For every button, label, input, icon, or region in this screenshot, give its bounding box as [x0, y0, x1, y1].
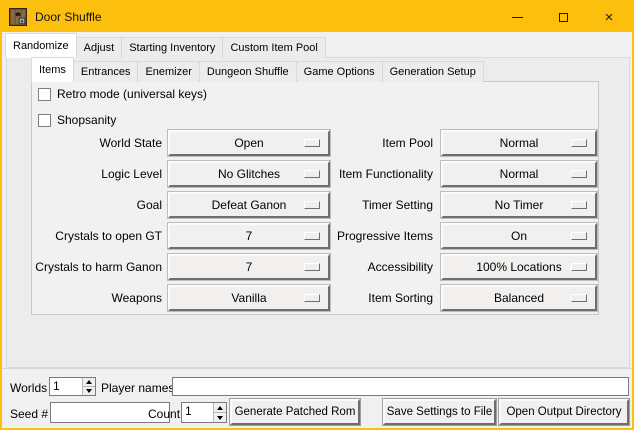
worlds-spin-down-button[interactable]	[83, 386, 95, 395]
tab-dungeon-shuffle[interactable]: Dungeon Shuffle	[200, 61, 297, 82]
worlds-value: 1	[50, 378, 82, 395]
tab-adjust[interactable]: Adjust	[77, 37, 123, 58]
crystals-gt-dropdown[interactable]: 7	[168, 223, 330, 249]
count-value: 1	[182, 403, 213, 422]
retro-mode-label: Retro mode (universal keys)	[57, 87, 207, 101]
worlds-spinner[interactable]: 1	[49, 377, 96, 396]
world-state-label: World State	[30, 136, 162, 150]
accessibility-label: Accessibility	[332, 260, 433, 274]
maximize-button[interactable]	[540, 2, 586, 32]
goal-dropdown[interactable]: Defeat Ganon	[168, 192, 330, 218]
dropdown-indicator-icon	[571, 170, 587, 178]
goal-label: Goal	[30, 198, 162, 212]
world-state-dropdown[interactable]: Open	[168, 130, 330, 156]
main-tab-bar: Randomize Adjust Starting Inventory Cust…	[5, 33, 326, 58]
tab-randomize[interactable]: Randomize	[5, 33, 77, 58]
progressive-items-label: Progressive Items	[332, 229, 433, 243]
door-app-icon	[9, 8, 27, 26]
item-functionality-dropdown[interactable]: Normal	[441, 161, 597, 187]
tab-generation-setup[interactable]: Generation Setup	[383, 61, 484, 82]
accessibility-dropdown[interactable]: 100% Locations	[441, 254, 597, 280]
window-title: Door Shuffle	[35, 10, 102, 24]
timer-setting-dropdown[interactable]: No Timer	[441, 192, 597, 218]
seed-label: Seed #	[10, 407, 48, 421]
dropdown-indicator-icon	[304, 139, 320, 147]
logic-level-dropdown[interactable]: No Glitches	[168, 161, 330, 187]
player-names-input[interactable]	[172, 377, 629, 396]
retro-mode-checkbox[interactable]	[38, 88, 51, 101]
worlds-label: Worlds	[10, 381, 47, 395]
dropdown-indicator-icon	[571, 139, 587, 147]
tab-starting-inventory[interactable]: Starting Inventory	[122, 37, 223, 58]
randomize-sub-tab-bar: Items Entrances Enemizer Dungeon Shuffle…	[31, 57, 484, 82]
count-spinner[interactable]: 1	[181, 402, 227, 423]
weapons-label: Weapons	[30, 291, 162, 305]
spin-up-icon	[86, 380, 92, 384]
title-bar: Door Shuffle ×	[2, 2, 632, 32]
shopsanity-label: Shopsanity	[57, 113, 116, 127]
caption-buttons: ×	[494, 2, 632, 32]
dropdown-indicator-icon	[304, 232, 320, 240]
item-pool-label: Item Pool	[332, 136, 433, 150]
player-names-label: Player names	[101, 381, 174, 395]
dropdown-indicator-icon	[571, 263, 587, 271]
shopsanity-checkbox[interactable]	[38, 114, 51, 127]
minimize-button[interactable]	[494, 2, 540, 32]
progressive-items-dropdown[interactable]: On	[441, 223, 597, 249]
open-output-directory-button[interactable]: Open Output Directory	[499, 399, 629, 425]
logic-level-label: Logic Level	[30, 167, 162, 181]
count-label: Count	[148, 407, 180, 421]
app-window: Door Shuffle × Randomize Adjust Starting…	[0, 0, 634, 430]
spin-down-icon	[86, 389, 92, 393]
close-icon: ×	[605, 10, 614, 25]
maximize-icon	[559, 13, 568, 22]
spin-up-icon	[217, 406, 223, 410]
tab-enemizer[interactable]: Enemizer	[138, 61, 199, 82]
tab-entrances[interactable]: Entrances	[74, 61, 139, 82]
count-spin-up-button[interactable]	[214, 403, 226, 412]
dropdown-indicator-icon	[571, 294, 587, 302]
crystals-ganon-label: Crystals to harm Ganon	[30, 260, 162, 274]
crystals-gt-label: Crystals to open GT	[30, 229, 162, 243]
close-button[interactable]: ×	[586, 2, 632, 32]
generate-patched-rom-button[interactable]: Generate Patched Rom	[230, 399, 360, 425]
tab-items[interactable]: Items	[31, 57, 74, 82]
tab-custom-item-pool[interactable]: Custom Item Pool	[223, 37, 325, 58]
count-spin-down-button[interactable]	[214, 412, 226, 422]
item-sorting-label: Item Sorting	[332, 291, 433, 305]
tab-game-options[interactable]: Game Options	[297, 61, 383, 82]
dropdown-indicator-icon	[571, 201, 587, 209]
item-functionality-label: Item Functionality	[332, 167, 433, 181]
item-sorting-dropdown[interactable]: Balanced	[441, 285, 597, 311]
weapons-dropdown[interactable]: Vanilla	[168, 285, 330, 311]
timer-setting-label: Timer Setting	[332, 198, 433, 212]
crystals-ganon-dropdown[interactable]: 7	[168, 254, 330, 280]
save-settings-button[interactable]: Save Settings to File	[383, 399, 496, 425]
dropdown-indicator-icon	[304, 294, 320, 302]
item-pool-dropdown[interactable]: Normal	[441, 130, 597, 156]
dropdown-indicator-icon	[571, 232, 587, 240]
dropdown-indicator-icon	[304, 170, 320, 178]
worlds-spin-up-button[interactable]	[83, 378, 95, 386]
dropdown-indicator-icon	[304, 201, 320, 209]
minimize-icon	[512, 17, 523, 18]
spin-down-icon	[217, 416, 223, 420]
dropdown-indicator-icon	[304, 263, 320, 271]
